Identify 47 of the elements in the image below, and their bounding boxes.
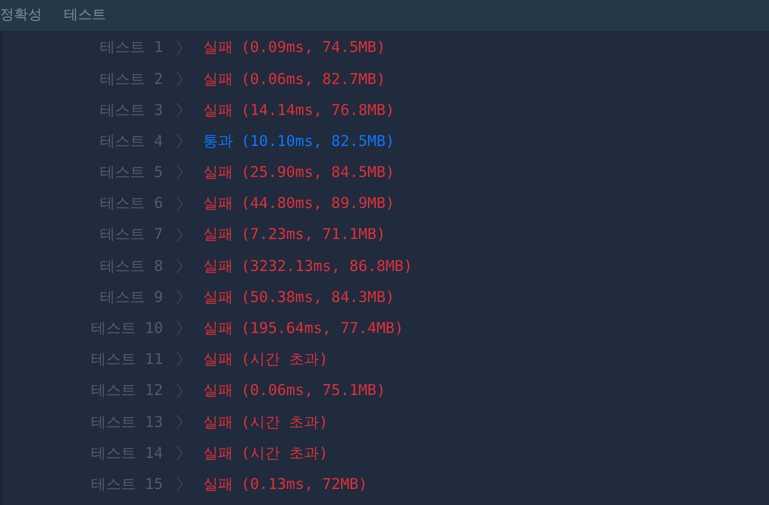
result-detail: (시간 초과) (241, 349, 328, 370)
result-detail: (시간 초과) (241, 442, 328, 464)
result-status: 실패 (203, 37, 233, 58)
result-status: 실패 (203, 349, 233, 370)
result-status: 실패 (203, 68, 233, 90)
result-status: 실패 (203, 193, 233, 214)
chevron-icon (176, 320, 183, 336)
header-label: 테스트 (64, 6, 106, 25)
result-status: 실패 (203, 442, 233, 464)
chevron-icon (176, 414, 183, 430)
result-status: 실패 (203, 474, 233, 495)
chevron-icon (176, 351, 183, 368)
result-detail: (50.38ms, 84.3MB) (241, 286, 395, 308)
chevron-icon (176, 164, 183, 180)
result-status: 실패 (203, 318, 233, 340)
result-detail: (14.14ms, 76.8MB) (241, 100, 395, 121)
result-status: 실패 (203, 162, 233, 184)
result-detail: (195.64ms, 77.4MB) (241, 318, 404, 340)
chevron-icon (176, 226, 183, 243)
result-status: 실패 (203, 412, 233, 433)
chevron-icon (176, 102, 183, 118)
chevron-icon (176, 445, 183, 462)
header-label: 정확성 (0, 6, 42, 25)
result-detail: (7.23ms, 71.1MB) (241, 224, 386, 246)
result-detail: (10.10ms, 82.5MB) (241, 130, 395, 152)
chevron-icon (176, 133, 183, 150)
result-status: 실패 (203, 380, 233, 402)
result-status: 실패 (203, 224, 233, 246)
result-detail: (44.80ms, 89.9MB) (241, 193, 395, 214)
result-detail: (0.13ms, 72MB) (241, 474, 368, 495)
chevron-icon (176, 382, 183, 399)
result-detail: (시간 초과) (241, 412, 328, 433)
result-status: 실패 (203, 100, 233, 121)
chevron-icon (176, 476, 183, 492)
result-detail: (0.06ms, 75.1MB) (241, 380, 386, 402)
chevron-icon (176, 70, 183, 87)
result-detail: (25.90ms, 84.5MB) (241, 162, 395, 184)
chevron-icon (176, 258, 183, 274)
chevron-icon (176, 289, 183, 306)
result-status: 실패 (203, 286, 233, 308)
chevron-icon (176, 40, 183, 56)
result-status: 통과 (203, 130, 233, 152)
result-detail: (0.06ms, 82.7MB) (241, 68, 386, 90)
result-status: 실패 (203, 256, 233, 277)
result-detail: (0.09ms, 74.5MB) (241, 37, 386, 58)
chevron-icon (176, 196, 183, 212)
result-detail: (3232.13ms, 86.8MB) (241, 256, 413, 277)
